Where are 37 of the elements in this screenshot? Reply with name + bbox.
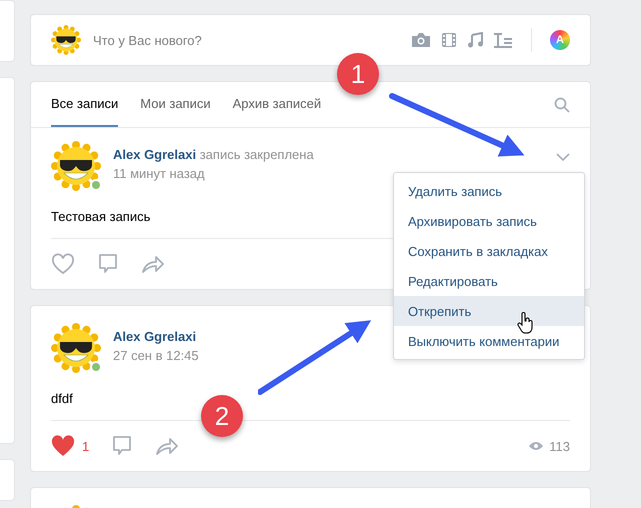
post-time: 11 минут назад xyxy=(113,166,206,181)
chevron-down-icon[interactable] xyxy=(556,153,570,161)
eye-icon xyxy=(528,441,544,451)
hand-cursor-icon xyxy=(517,312,533,334)
avatar xyxy=(51,25,81,55)
side-panel xyxy=(0,459,15,501)
menu-item[interactable]: Открепить xyxy=(394,296,584,326)
post-author-line: Alex Ggrelaxi xyxy=(113,329,198,344)
heart-icon[interactable] xyxy=(51,253,75,275)
menu-item[interactable]: Редактировать xyxy=(394,266,584,296)
comment-icon[interactable] xyxy=(97,253,119,275)
avatar xyxy=(51,323,101,373)
comment-icon[interactable] xyxy=(111,435,134,457)
search-icon[interactable] xyxy=(554,96,570,112)
share-arrow-icon[interactable] xyxy=(155,436,180,456)
film-icon[interactable] xyxy=(441,32,457,48)
post-time: 27 сен в 12:45 xyxy=(113,348,199,363)
like-count: 1 xyxy=(82,438,90,454)
filled-heart-icon[interactable] xyxy=(51,435,75,457)
avatar xyxy=(51,141,101,191)
menu-item[interactable]: Удалить запись xyxy=(394,176,584,206)
music-note-icon[interactable] xyxy=(467,32,483,48)
text-lines-icon[interactable] xyxy=(493,32,513,48)
post-author-line: Alex Ggrelaxi запись закреплена xyxy=(113,147,314,162)
post-text: Тестовая запись xyxy=(51,209,150,224)
menu-item[interactable]: Сохранить в закладках xyxy=(394,236,584,266)
post-text: dfdf xyxy=(51,391,73,406)
view-count: 113 xyxy=(549,438,570,454)
camera-icon[interactable] xyxy=(411,32,431,48)
tab[interactable]: Все записи xyxy=(51,82,118,127)
status-input[interactable]: Что у Вас нового? xyxy=(93,32,399,48)
side-panel xyxy=(0,0,15,62)
tab[interactable]: Мои записи xyxy=(140,82,211,127)
menu-item[interactable]: Архивировать запись xyxy=(394,206,584,236)
share-arrow-icon[interactable] xyxy=(141,254,165,274)
menu-item[interactable]: Выключить комментарии xyxy=(394,326,584,356)
tab[interactable]: Архив записей xyxy=(232,82,322,127)
